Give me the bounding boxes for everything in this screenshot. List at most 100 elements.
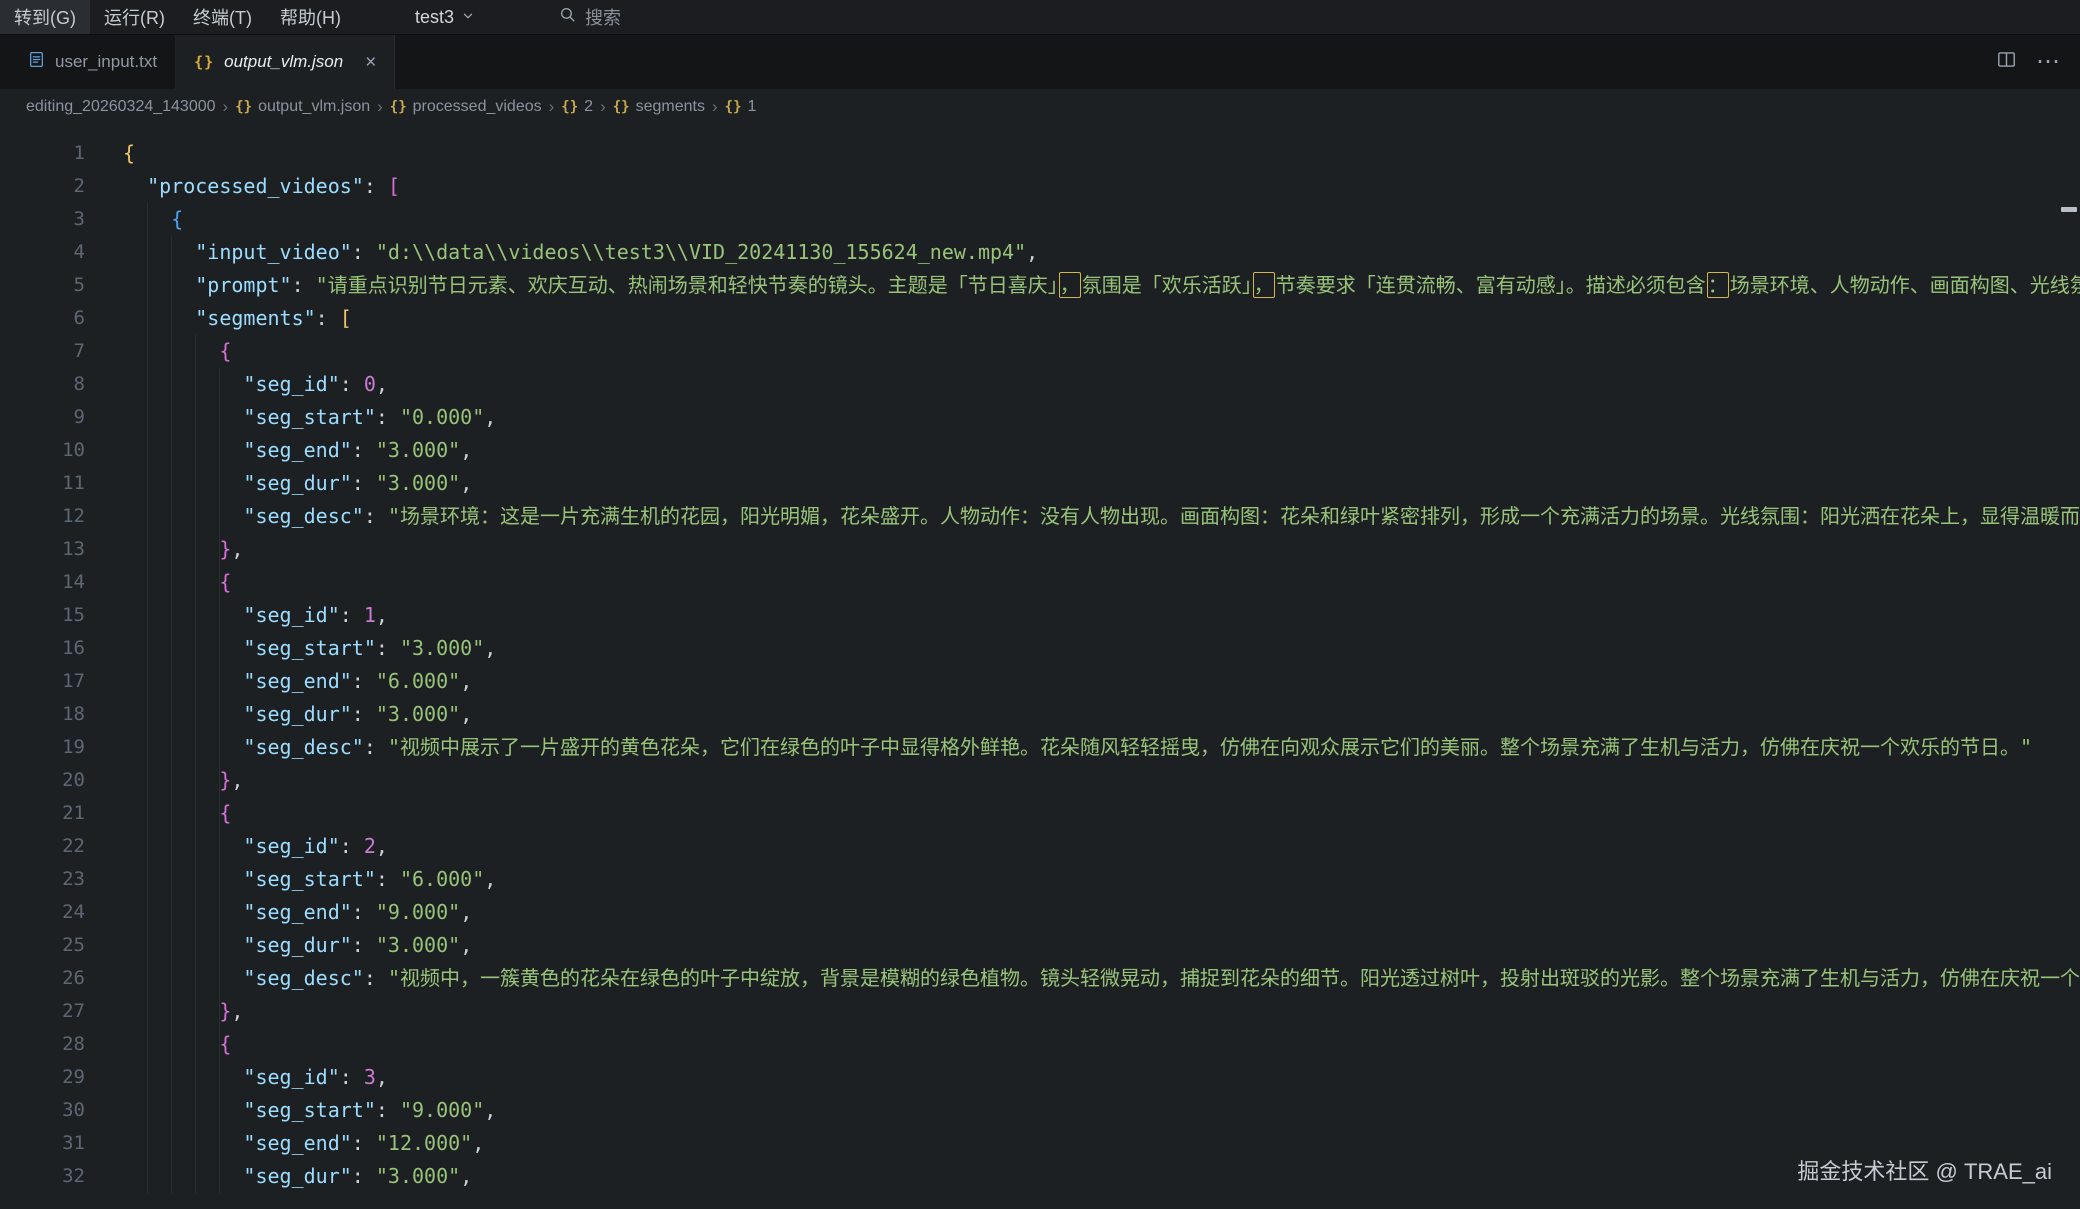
- line-number: 12: [0, 500, 123, 533]
- code-line-25[interactable]: 25 "seg_dur": "3.000",: [0, 929, 2080, 962]
- line-content: },: [123, 533, 2080, 566]
- line-number: 4: [0, 236, 123, 269]
- line-content: "seg_dur": "3.000",: [123, 1160, 2080, 1193]
- tab-user_input.txt[interactable]: user_input.txt: [10, 35, 176, 89]
- code-line-28[interactable]: 28 {: [0, 1028, 2080, 1061]
- line-number: 31: [0, 1127, 123, 1160]
- code-line-27[interactable]: 27 },: [0, 995, 2080, 1028]
- line-content: "seg_dur": "3.000",: [123, 929, 2080, 962]
- line-number: 11: [0, 467, 123, 500]
- json-file-icon: {}: [194, 52, 214, 72]
- line-content: "seg_start": "6.000",: [123, 863, 2080, 896]
- code-line-10[interactable]: 10 "seg_end": "3.000",: [0, 434, 2080, 467]
- tab-bar: user_input.txt {} output_vlm.json × ⋯: [0, 35, 2080, 89]
- code-area: 1{2 "processed_videos": [3 {4 "input_vid…: [0, 125, 2080, 1193]
- breadcrumb-separator: ›: [223, 97, 229, 117]
- code-line-1[interactable]: 1{: [0, 137, 2080, 170]
- json-object-icon: {}: [235, 99, 252, 115]
- menu-bar: 转到(G)运行(R)终端(T)帮助(H): [0, 0, 355, 34]
- line-content: "seg_desc": "视频中，一簇黄色的花朵在绿色的叶子中绽放，背景是模糊的…: [123, 962, 2080, 995]
- line-content: "seg_id": 2,: [123, 830, 2080, 863]
- code-line-18[interactable]: 18 "seg_dur": "3.000",: [0, 698, 2080, 731]
- code-line-16[interactable]: 16 "seg_start": "3.000",: [0, 632, 2080, 665]
- breadcrumb-item-label: 1: [748, 98, 757, 116]
- code-line-7[interactable]: 7 {: [0, 335, 2080, 368]
- editor[interactable]: 1{2 "processed_videos": [3 {4 "input_vid…: [0, 125, 2080, 1209]
- json-object-icon: {}: [613, 99, 630, 115]
- line-content: "segments": [: [123, 302, 2080, 335]
- code-line-4[interactable]: 4 "input_video": "d:\\data\\videos\\test…: [0, 236, 2080, 269]
- breadcrumb-item-output_vlm.json[interactable]: {}output_vlm.json: [235, 98, 370, 116]
- code-line-31[interactable]: 31 "seg_end": "12.000",: [0, 1127, 2080, 1160]
- code-line-20[interactable]: 20 },: [0, 764, 2080, 797]
- line-content: },: [123, 764, 2080, 797]
- line-number: 22: [0, 830, 123, 863]
- code-line-6[interactable]: 6 "segments": [: [0, 302, 2080, 335]
- code-line-26[interactable]: 26 "seg_desc": "视频中，一簇黄色的花朵在绿色的叶子中绽放，背景是…: [0, 962, 2080, 995]
- code-line-3[interactable]: 3 {: [0, 203, 2080, 236]
- code-line-5[interactable]: 5 "prompt": "请重点识别节日元素、欢庆互动、热闹场景和轻快节奏的镜头…: [0, 269, 2080, 302]
- line-content: "seg_dur": "3.000",: [123, 698, 2080, 731]
- code-line-12[interactable]: 12 "seg_desc": "场景环境：这是一片充满生机的花园，阳光明媚，花朵…: [0, 500, 2080, 533]
- line-number: 2: [0, 170, 123, 203]
- code-line-13[interactable]: 13 },: [0, 533, 2080, 566]
- search-placeholder: 搜索: [585, 4, 621, 30]
- line-number: 26: [0, 962, 123, 995]
- line-number: 16: [0, 632, 123, 665]
- line-number: 24: [0, 896, 123, 929]
- menu-run[interactable]: 运行(R): [90, 0, 179, 34]
- code-line-32[interactable]: 32 "seg_dur": "3.000",: [0, 1160, 2080, 1193]
- tab-label: output_vlm.json: [224, 52, 343, 72]
- code-line-15[interactable]: 15 "seg_id": 1,: [0, 599, 2080, 632]
- line-number: 23: [0, 863, 123, 896]
- workspace-label: test3: [415, 7, 454, 28]
- breadcrumb-root[interactable]: editing_20260324_143000: [26, 98, 216, 116]
- line-number: 30: [0, 1094, 123, 1127]
- line-number: 17: [0, 665, 123, 698]
- split-editor-icon[interactable]: [1997, 50, 2016, 74]
- line-content: "seg_end": "3.000",: [123, 434, 2080, 467]
- line-number: 32: [0, 1160, 123, 1193]
- json-object-icon: {}: [390, 99, 407, 115]
- menu-terminal[interactable]: 终端(T): [179, 0, 266, 34]
- more-actions-icon[interactable]: ⋯: [2036, 50, 2060, 74]
- code-line-21[interactable]: 21 {: [0, 797, 2080, 830]
- code-line-29[interactable]: 29 "seg_id": 3,: [0, 1061, 2080, 1094]
- code-line-19[interactable]: 19 "seg_desc": "视频中展示了一片盛开的黄色花朵，它们在绿色的叶子…: [0, 731, 2080, 764]
- tab-close-icon[interactable]: ×: [365, 53, 376, 72]
- breadcrumb-item-processed_videos[interactable]: {}processed_videos: [390, 98, 542, 116]
- code-line-9[interactable]: 9 "seg_start": "0.000",: [0, 401, 2080, 434]
- code-line-30[interactable]: 30 "seg_start": "9.000",: [0, 1094, 2080, 1127]
- chevron-down-icon: [461, 7, 475, 28]
- line-number: 8: [0, 368, 123, 401]
- code-line-8[interactable]: 8 "seg_id": 0,: [0, 368, 2080, 401]
- line-number: 20: [0, 764, 123, 797]
- breadcrumb-item-1[interactable]: {}1: [725, 98, 757, 116]
- menu-goto[interactable]: 转到(G): [0, 0, 90, 34]
- line-number: 13: [0, 533, 123, 566]
- breadcrumb-separator: ›: [712, 97, 718, 117]
- line-content: "seg_end": "9.000",: [123, 896, 2080, 929]
- line-content: "seg_start": "3.000",: [123, 632, 2080, 665]
- code-line-22[interactable]: 22 "seg_id": 2,: [0, 830, 2080, 863]
- line-number: 3: [0, 203, 123, 236]
- breadcrumb-item-segments[interactable]: {}segments: [613, 98, 705, 116]
- code-line-14[interactable]: 14 {: [0, 566, 2080, 599]
- tab-output_vlm.json[interactable]: {} output_vlm.json ×: [176, 35, 395, 89]
- tab-label: user_input.txt: [55, 52, 157, 72]
- code-line-23[interactable]: 23 "seg_start": "6.000",: [0, 863, 2080, 896]
- code-line-24[interactable]: 24 "seg_end": "9.000",: [0, 896, 2080, 929]
- line-content: "seg_id": 0,: [123, 368, 2080, 401]
- breadcrumb-item-2[interactable]: {}2: [561, 98, 593, 116]
- line-number: 27: [0, 995, 123, 1028]
- code-line-2[interactable]: 2 "processed_videos": [: [0, 170, 2080, 203]
- line-number: 14: [0, 566, 123, 599]
- code-line-17[interactable]: 17 "seg_end": "6.000",: [0, 665, 2080, 698]
- search-icon: [559, 6, 576, 28]
- code-line-11[interactable]: 11 "seg_dur": "3.000",: [0, 467, 2080, 500]
- line-content: "seg_dur": "3.000",: [123, 467, 2080, 500]
- global-search[interactable]: 搜索: [559, 4, 621, 30]
- workspace-selector[interactable]: test3: [415, 7, 475, 28]
- breadcrumb: editing_20260324_143000 › {}output_vlm.js…: [0, 89, 2080, 125]
- menu-help[interactable]: 帮助(H): [266, 0, 355, 34]
